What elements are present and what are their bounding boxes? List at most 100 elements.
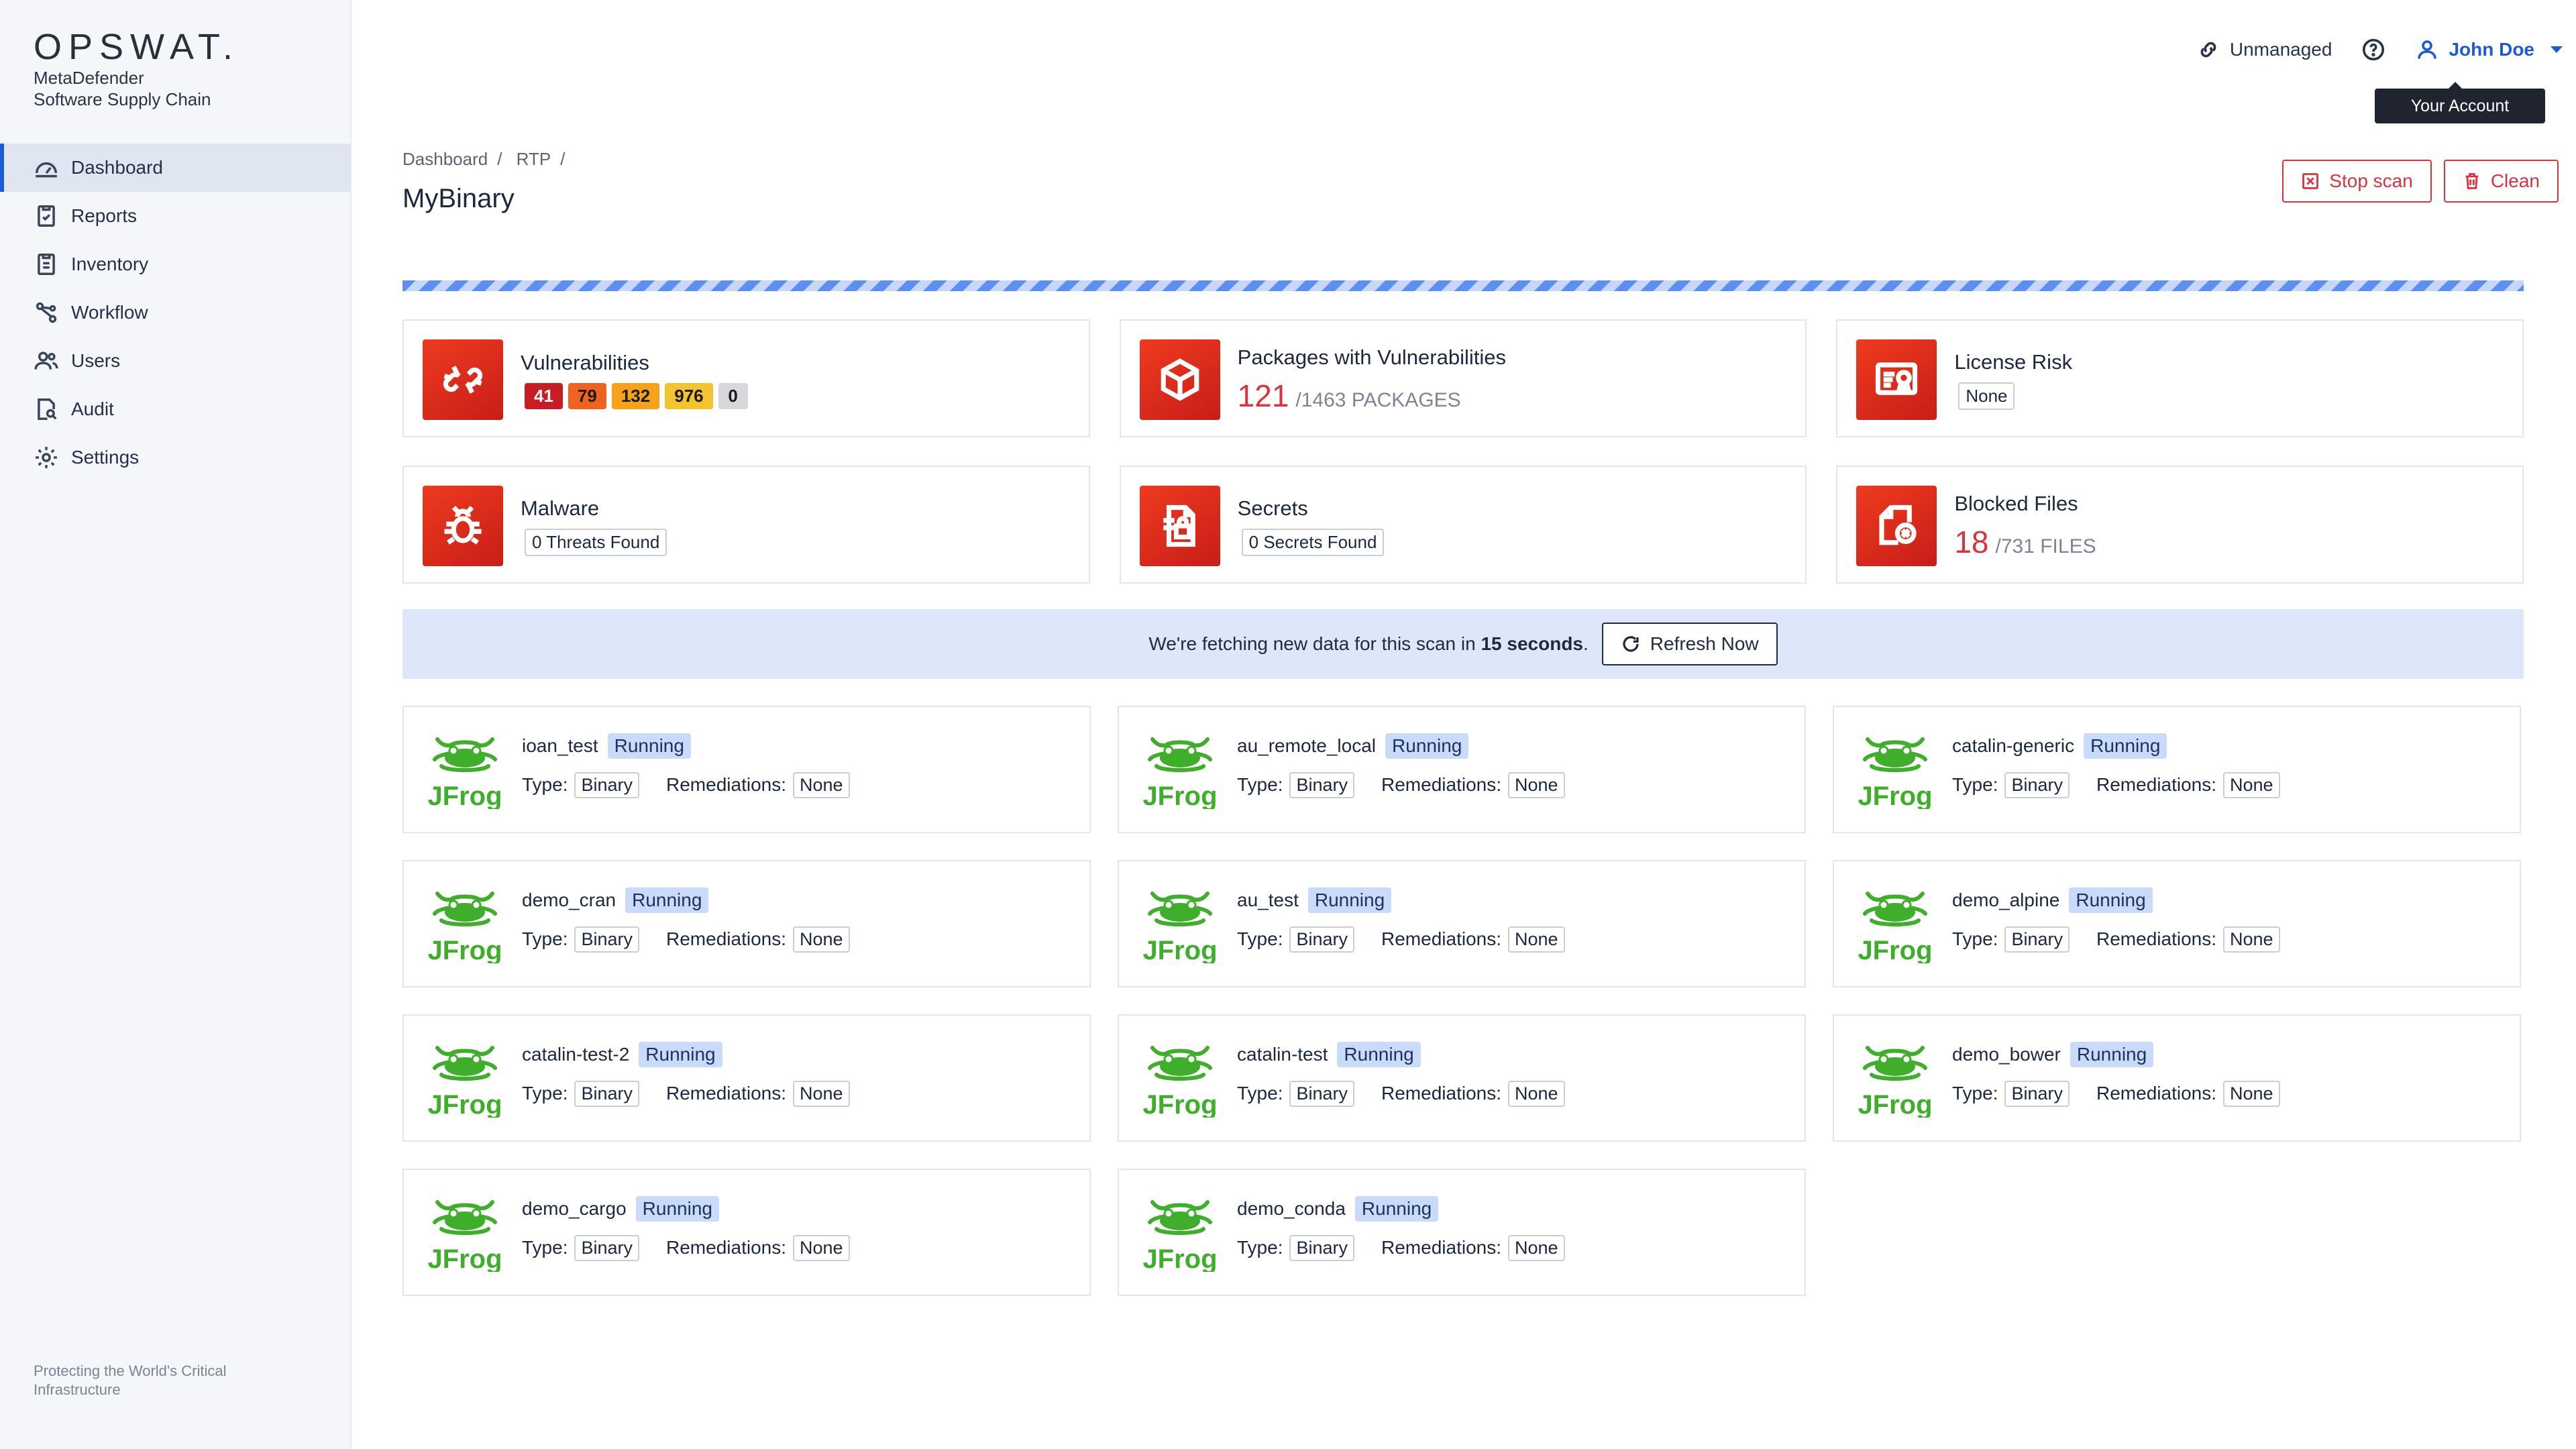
sidebar-item-workflow[interactable]: Workflow [0,288,350,337]
repository-body: demo_cran Running Type: Binary Remediati… [522,885,850,954]
breadcrumb-separator: / [497,149,502,169]
clean-button[interactable]: Clean [2443,160,2559,203]
svg-text:JFrog: JFrog [1858,782,1932,809]
svg-text:JFrog: JFrog [1143,936,1217,963]
repository-name[interactable]: catalin-test-2 [522,1044,629,1065]
blocked-count-row: 18 /731 FILES [1954,524,2096,560]
banner-text-before: We're fetching new data for this scan in [1148,633,1476,654]
sidebar-item-settings[interactable]: Settings [0,433,350,482]
repository-card[interactable]: JFrog au_remote_local Running Type: Bina… [1118,706,1806,833]
repository-name[interactable]: demo_conda [1237,1198,1346,1220]
low-count[interactable]: 976 [665,382,713,409]
remediations-value: None [793,1080,850,1107]
sidebar-item-reports[interactable]: Reports [0,192,350,240]
repository-card[interactable]: JFrog au_test Running Type: Binary Remed… [1118,860,1806,987]
medium-count[interactable]: 132 [611,382,660,409]
breadcrumb-rtp[interactable]: RTP [517,149,551,169]
jfrog-logo-icon: JFrog [1858,892,1932,963]
refresh-now-button[interactable]: Refresh Now [1601,623,1778,665]
unknown-count[interactable]: 0 [718,382,748,409]
secrets-value: 0 Secrets Found [1241,528,1385,556]
jfrog-logo-icon: JFrog [428,737,502,809]
blocked-body: Blocked Files 18 /731 FILES [1954,467,2096,585]
sidebar-item-label: Reports [71,205,138,226]
repository-header: demo_conda Running [1237,1194,1565,1224]
repository-card[interactable]: JFrog demo_conda Running Type: Binary Re… [1118,1169,1806,1296]
type-label: Type: [522,1083,568,1104]
user-menu-button[interactable]: John Doe [2415,38,2563,62]
status-badge: Running [607,733,691,759]
remediations-label: Remediations: [2096,1083,2216,1104]
repository-card[interactable]: JFrog demo_cran Running Type: Binary Rem… [402,860,1091,987]
high-count[interactable]: 79 [568,382,606,409]
sidebar-item-dashboard[interactable]: Dashboard [0,144,350,192]
vulnerabilities-card[interactable]: Vulnerabilities 41 79 132 976 0 [402,319,1090,437]
packages-title: Packages with Vulnerabilities [1237,345,1506,369]
repository-body: catalin-test-2 Running Type: Binary Reme… [522,1040,850,1108]
svg-text:JFrog: JFrog [428,782,502,809]
svg-text:JFrog: JFrog [1143,1244,1217,1272]
repository-name[interactable]: au_test [1237,890,1299,911]
repository-card[interactable]: JFrog demo_cargo Running Type: Binary Re… [402,1169,1091,1296]
license-title: License Risk [1954,350,2073,374]
refresh-banner: We're fetching new data for this scan in… [402,609,2524,679]
repository-name[interactable]: demo_cargo [522,1198,627,1220]
repository-card[interactable]: JFrog catalin-test-2 Running Type: Binar… [402,1014,1091,1142]
remediations-label: Remediations: [666,1083,786,1104]
repository-name[interactable]: demo_cran [522,890,616,911]
remediations-value: None [793,926,850,953]
secrets-card[interactable]: Secrets 0 Secrets Found [1119,466,1807,584]
repository-meta: Type: Binary Remediations: None [1952,924,2280,954]
sidebar-item-audit[interactable]: Audit [0,385,350,433]
repository-meta: Type: Binary Remediations: None [1237,1079,1565,1108]
breadcrumb-dashboard[interactable]: Dashboard [402,149,488,169]
page-title: MyBinary [402,184,515,213]
repository-name[interactable]: demo_bower [1952,1044,2061,1065]
blocked-files-card[interactable]: Blocked Files 18 /731 FILES [1836,466,2524,584]
repository-meta: Type: Binary Remediations: None [522,924,850,954]
critical-count[interactable]: 41 [525,382,563,409]
repository-name[interactable]: ioan_test [522,735,598,757]
jfrog-logo-icon: JFrog [1143,1046,1217,1118]
opswat-logo[interactable]: OPSWAT. MetaDefender Software Supply Cha… [34,27,239,110]
repository-card[interactable]: JFrog demo_bower Running Type: Binary Re… [1833,1014,2521,1142]
type-label: Type: [522,774,568,795]
repository-card[interactable]: JFrog ioan_test Running Type: Binary Rem… [402,706,1091,833]
sidebar-tagline: Protecting the World's Critical Infrastr… [34,1362,227,1398]
repository-card[interactable]: JFrog catalin-test Running Type: Binary … [1118,1014,1806,1142]
banner-text: We're fetching new data for this scan in… [1148,633,1588,655]
remediations-value: None [1508,1234,1565,1261]
svg-text:JFrog: JFrog [1858,1090,1932,1118]
help-button[interactable] [2361,38,2385,62]
remediations-value: None [2223,771,2280,798]
stop-scan-button[interactable]: Stop scan [2282,160,2432,203]
repository-name[interactable]: demo_alpine [1952,890,2059,911]
remediations-value: None [2223,1080,2280,1107]
license-risk-card[interactable]: License Risk None [1836,319,2524,437]
repository-card[interactable]: JFrog demo_alpine Running Type: Binary R… [1833,860,2521,987]
repository-header: demo_alpine Running [1952,885,2280,915]
remediations-value: None [793,771,850,798]
packages-total: /1463 PACKAGES [1295,389,1461,411]
repository-meta: Type: Binary Remediations: None [522,770,850,800]
malware-card[interactable]: Malware 0 Threats Found [402,466,1090,584]
repository-body: au_test Running Type: Binary Remediation… [1237,885,1565,954]
type-label: Type: [1237,1237,1283,1258]
secrets-document-icon [1139,486,1220,566]
sidebar-item-users[interactable]: Users [0,337,350,385]
repository-name[interactable]: au_remote_local [1237,735,1376,757]
repository-card[interactable]: JFrog catalin-generic Running Type: Bina… [1833,706,2521,833]
type-value: Binary [1289,771,1355,798]
remediations-label: Remediations: [1381,1237,1501,1258]
unmanaged-status[interactable]: Unmanaged [2196,38,2332,62]
repository-name[interactable]: catalin-generic [1952,735,2074,757]
blocked-total: /731 FILES [1995,535,2096,557]
svg-text:JFrog: JFrog [1143,782,1217,809]
packages-card[interactable]: Packages with Vulnerabilities 121 /1463 … [1119,319,1807,437]
sidebar-item-inventory[interactable]: Inventory [0,240,350,288]
repository-name[interactable]: catalin-test [1237,1044,1328,1065]
repository-meta: Type: Binary Remediations: None [1952,770,2280,800]
remediations-value: None [1508,771,1565,798]
repository-body: demo_conda Running Type: Binary Remediat… [1237,1194,1565,1263]
vulnerabilities-body: Vulnerabilities 41 79 132 976 0 [521,321,748,439]
